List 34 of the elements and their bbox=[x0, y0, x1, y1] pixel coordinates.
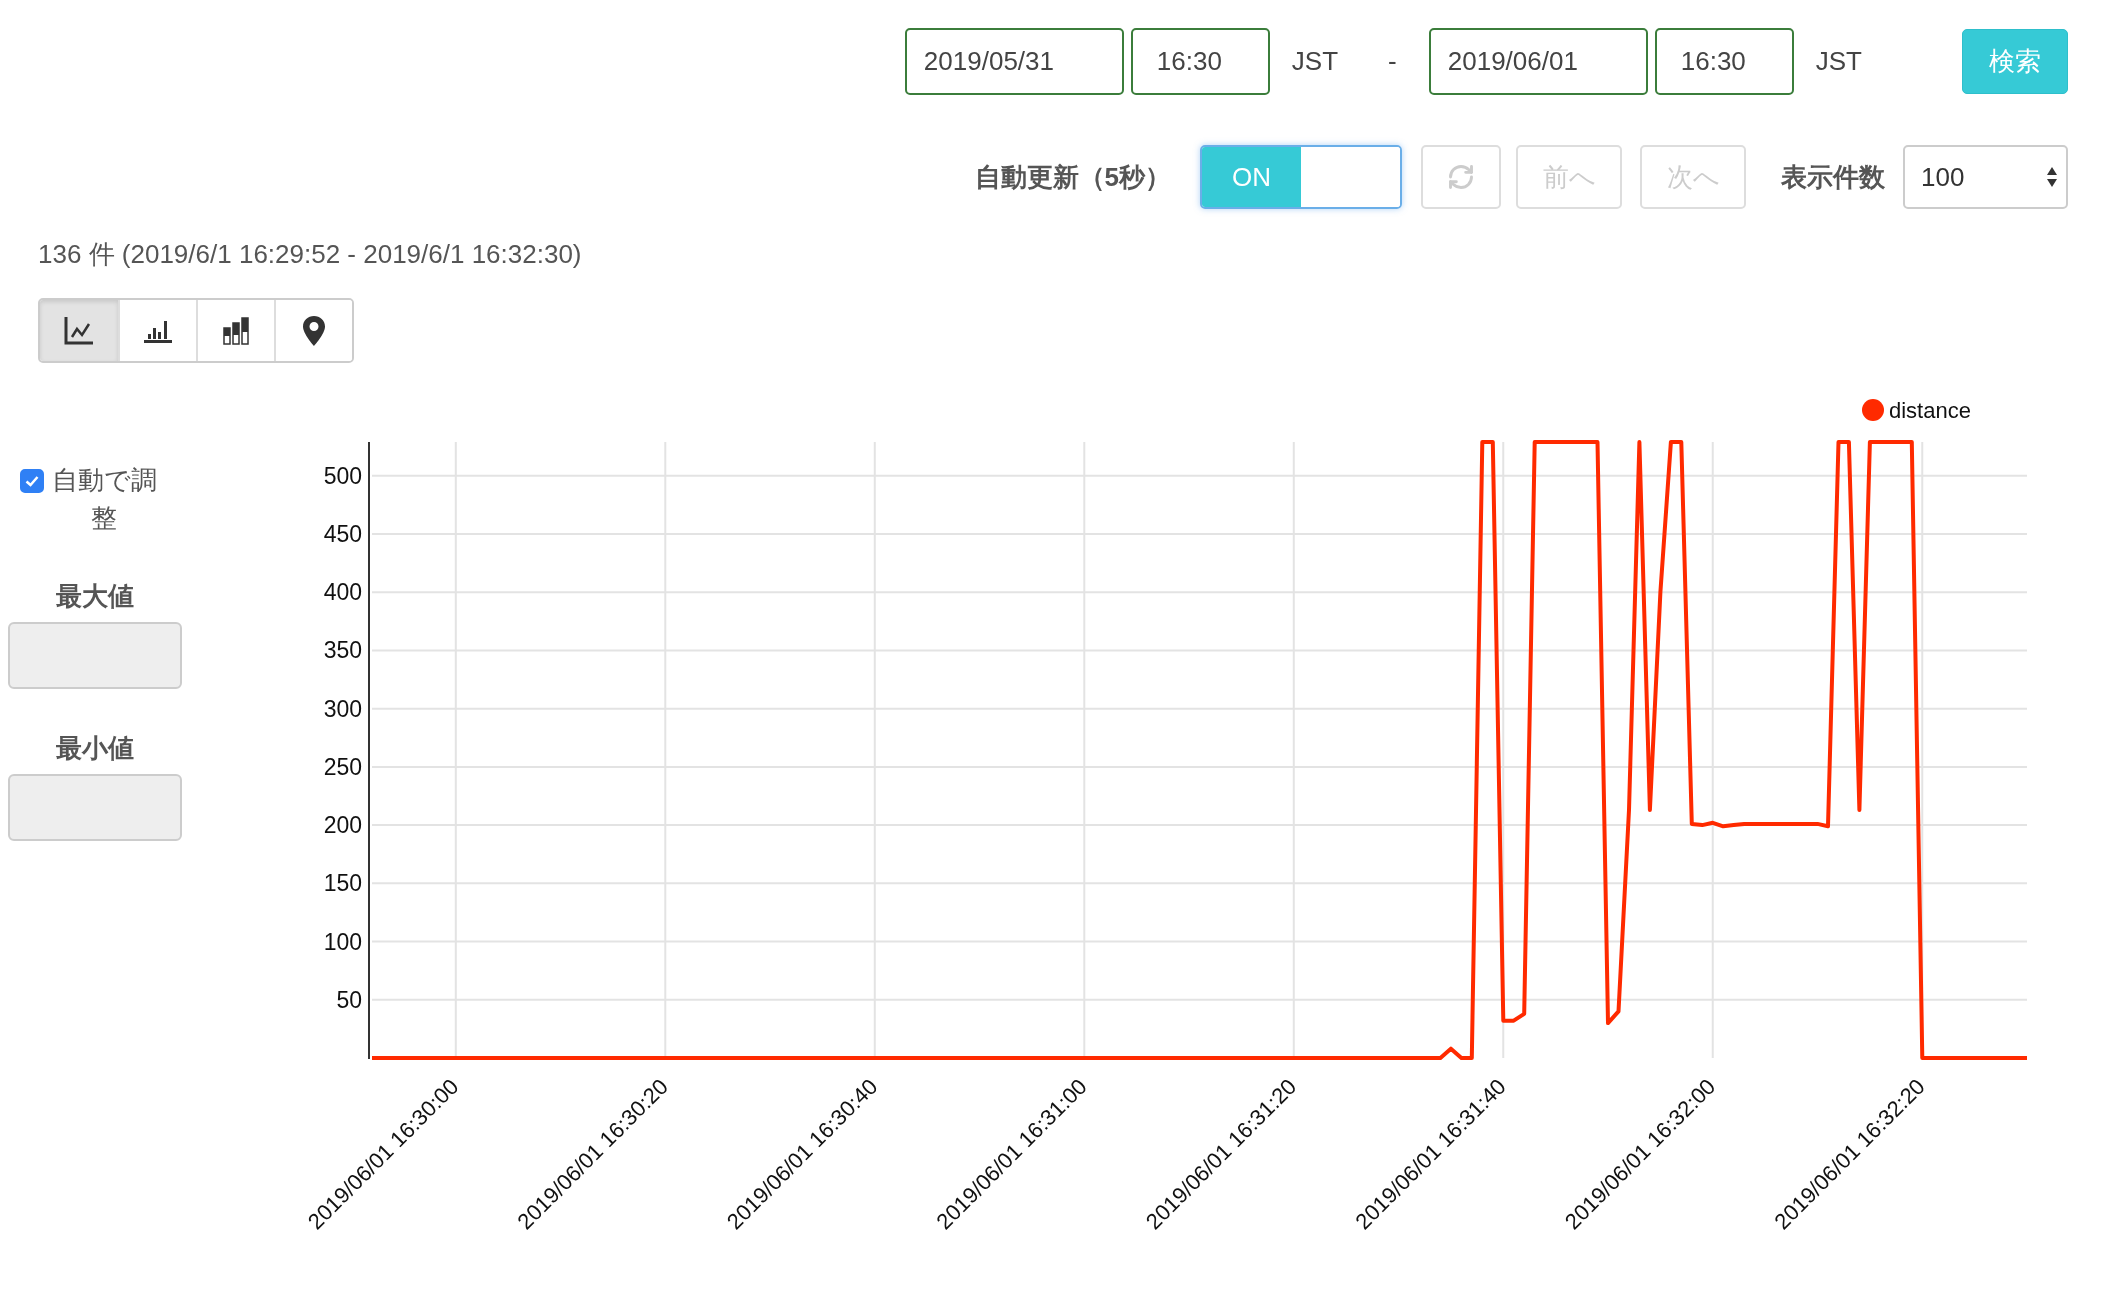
map-pin-icon bbox=[302, 314, 326, 347]
auto-adjust-checkbox[interactable] bbox=[20, 469, 44, 493]
check-icon bbox=[25, 475, 39, 487]
up-down-arrows-icon bbox=[2046, 166, 2058, 188]
start-time-field[interactable]: 16:30 bbox=[1130, 28, 1270, 95]
page-size-select[interactable]: 100 bbox=[1903, 145, 2068, 209]
y-tick-label: 350 bbox=[323, 637, 362, 664]
y-tick-label: 300 bbox=[323, 695, 362, 722]
end-date-field[interactable]: 2019/06/01 bbox=[1428, 28, 1648, 95]
auto-refresh-label: 自動更新（5秒） bbox=[974, 160, 1171, 194]
range-separator: - bbox=[1388, 46, 1397, 77]
y-tick-label: 200 bbox=[323, 812, 362, 839]
result-summary: 136 件 (2019/6/1 16:29:52 - 2019/6/1 16:32:30) bbox=[38, 238, 583, 271]
legend-label: distance bbox=[1889, 398, 1971, 423]
y-tick-label: 500 bbox=[323, 462, 362, 489]
stacked-bar-icon bbox=[223, 316, 249, 345]
y-tick-label: 450 bbox=[323, 521, 362, 547]
timezone-label: JST bbox=[1291, 46, 1339, 77]
axis-limit-label: 最大値 bbox=[54, 580, 135, 613]
y-tick-label: 150 bbox=[323, 870, 362, 897]
line-chart-icon bbox=[63, 315, 95, 346]
y-tick-label: 50 bbox=[336, 986, 362, 1013]
y-tick-label: 100 bbox=[323, 928, 362, 955]
chart-type-button[interactable] bbox=[40, 300, 118, 361]
chart-type-button[interactable] bbox=[274, 300, 352, 361]
timezone-label: JST bbox=[1815, 46, 1862, 77]
end-time-field[interactable]: 16:30 bbox=[1654, 28, 1794, 95]
axis-limit-label: 最小値 bbox=[54, 732, 135, 765]
y-tick-label: 250 bbox=[323, 753, 362, 780]
refresh-icon bbox=[1447, 163, 1475, 191]
page-size-label: 表示件数 bbox=[1781, 160, 1885, 194]
start-date-field[interactable]: 2019/05/31 bbox=[904, 28, 1124, 95]
y-tick-label: 400 bbox=[323, 579, 362, 606]
auto-adjust-label: 自動で調整 bbox=[50, 464, 158, 535]
